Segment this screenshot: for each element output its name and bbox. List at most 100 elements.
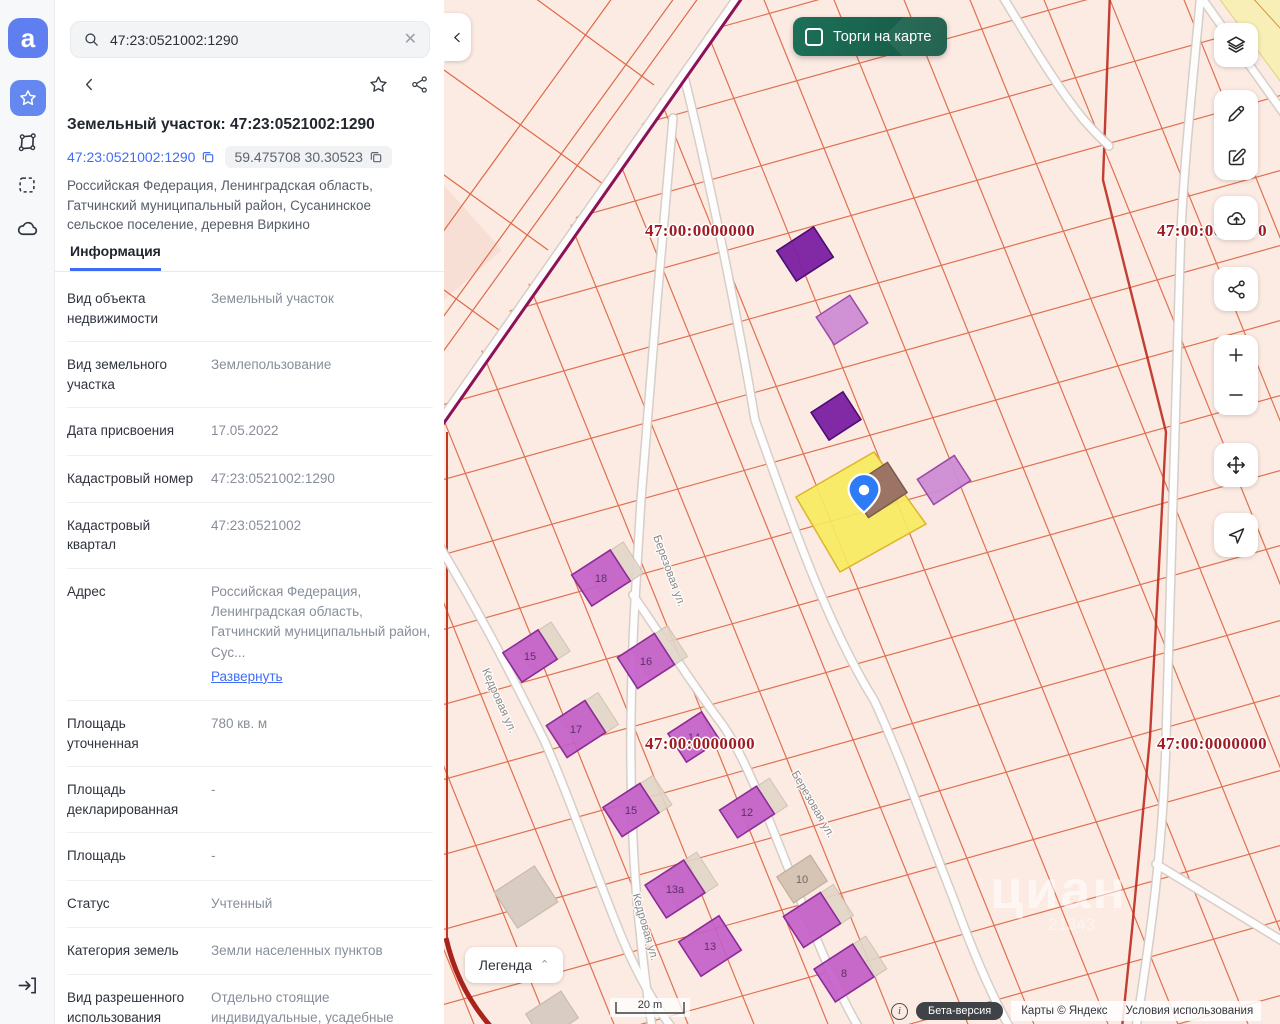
info-row-label: Площадь уточненная	[67, 716, 139, 751]
ruler-button[interactable]	[1214, 91, 1258, 135]
info-row-value: 780 кв. м	[211, 716, 268, 732]
expand-address-link[interactable]: Развернуть	[211, 667, 283, 687]
info-row-value: Российская Федерация, Ленинградская обла…	[211, 582, 433, 687]
info-row: Кадастровый номер 47:23:0521002:1290	[67, 456, 433, 503]
building-number: 12	[741, 807, 753, 819]
terms-link[interactable]: Условия использования	[1126, 1005, 1254, 1017]
info-row: Кадастровый квартал 47:23:0521002	[67, 503, 433, 569]
legend-button[interactable]: Легенда ⌃	[465, 947, 563, 983]
pencil-icon	[1227, 105, 1244, 122]
login-button[interactable]	[14, 972, 40, 998]
pan-mode-button[interactable]	[1214, 443, 1258, 487]
favorites-button[interactable]	[10, 80, 46, 116]
search-icon	[85, 33, 98, 46]
cloud-upload-icon	[1226, 211, 1245, 225]
info-icon[interactable]: i	[891, 1002, 908, 1020]
scale-label: 20 m	[637, 999, 663, 1011]
info-row-value: -	[211, 782, 216, 798]
info-row: Вид земельного участка Землепользование	[67, 342, 433, 409]
chevron-left-icon	[454, 32, 460, 42]
draw-edit-buttons[interactable]	[1214, 90, 1258, 180]
polygon-select-tool[interactable]	[14, 129, 40, 155]
quarter-label: 47:00:0000000	[645, 734, 755, 753]
building-number: 16	[640, 656, 652, 668]
share-object-button[interactable]	[410, 75, 429, 99]
share-map-button[interactable]	[1214, 267, 1258, 311]
info-row-label: Категория земель	[67, 942, 179, 958]
chips-row: 47:23:0521002:1290 59.475708 30.30523	[67, 146, 392, 168]
info-row-value: Землепользование	[211, 357, 332, 373]
copy-icon[interactable]	[201, 150, 215, 164]
info-rows: Вид объекта недвижимости Земельный участо…	[67, 276, 433, 1024]
info-row-label: Площадь декларированная	[67, 782, 179, 817]
cloud-tool[interactable]	[14, 215, 40, 241]
app-logo-icon[interactable]: a	[8, 18, 48, 58]
coordinates-text: 59.475708 30.30523	[234, 149, 363, 165]
building-number: 15	[524, 651, 536, 663]
info-row-label: Статус	[67, 895, 110, 911]
info-row-value: Отдельно стоящие индивидуальные, усадебн…	[211, 990, 394, 1024]
info-row: Вид разрешенного использования Отдельно с…	[67, 975, 433, 1024]
chevron-left-icon	[85, 78, 92, 91]
my-location-button[interactable]	[1214, 513, 1258, 557]
tab-information[interactable]: Информация	[70, 243, 161, 271]
info-row: Категория земель Земли населенных пунктов	[67, 928, 433, 976]
info-row: Площадь уточненная 780 кв. м	[67, 701, 433, 768]
building-number: 8	[841, 968, 847, 980]
layers-icon	[1226, 36, 1246, 53]
info-row-label: Вид земельного участка	[67, 357, 168, 392]
navigate-arrow-icon	[1228, 527, 1244, 544]
cloud-icon	[17, 221, 37, 235]
dashed-square-icon	[19, 177, 35, 193]
favorite-object-button[interactable]	[368, 74, 389, 100]
chevron-up-icon: ⌃	[540, 958, 550, 971]
cadastral-number-chip[interactable]: 47:23:0521002:1290	[67, 149, 215, 165]
edit-square-icon	[1228, 148, 1246, 165]
upload-button[interactable]	[1214, 196, 1258, 240]
map-canvas[interactable]: 18 15 16 17 14 15 12 13а 10 13 8 циан 21343 47:00:…	[444, 0, 1280, 1024]
info-row-value: -	[211, 848, 216, 864]
collapse-panel-button[interactable]	[444, 13, 471, 61]
detail-panel: ✕ Земельный участок: 47:23:0521002:1290 …	[55, 0, 444, 1024]
trades-checkbox[interactable]	[805, 27, 823, 46]
info-row-value: Земли населенных пунктов	[211, 942, 383, 958]
info-row: Площадь декларированная -	[67, 767, 433, 834]
svg-text:21343: 21343	[1048, 915, 1095, 934]
left-rail: a	[0, 0, 55, 1024]
info-row-value: 47:23:0521002	[211, 517, 302, 533]
edit-object-button[interactable]	[1214, 135, 1258, 179]
info-row-label: Кадастровый квартал	[67, 517, 151, 553]
info-row-value: 47:23:0521002:1290	[211, 470, 335, 486]
info-row-label: Вид объекта недвижимости	[67, 291, 159, 326]
cadastral-number-text: 47:23:0521002:1290	[67, 149, 196, 165]
info-row-label: Площадь	[67, 848, 126, 864]
cadastral-map[interactable]: 1815 16171415 1213а10138 циан 21343 47:00:…	[444, 0, 1280, 1024]
yandex-attribution[interactable]: Карты © Яндекс	[1021, 1005, 1107, 1017]
legend-label: Легенда	[478, 957, 533, 973]
search-input[interactable]	[110, 31, 394, 48]
layers-button[interactable]	[1214, 23, 1258, 67]
map-attribution: i Бета-версия Карты © Яндекс Условия исп…	[891, 1001, 1262, 1021]
copy-icon[interactable]	[369, 150, 383, 164]
info-row: Дата присвоения 17.05.2022	[67, 408, 433, 456]
zoom-in-button[interactable]	[1214, 335, 1258, 375]
info-row: Вид объекта недвижимости Земельный участо…	[67, 276, 433, 343]
info-row-label: Адрес	[67, 583, 106, 599]
zoom-controls[interactable]	[1214, 335, 1258, 415]
beta-badge: Бета-версия	[916, 1002, 1004, 1020]
tab-divider	[55, 271, 444, 272]
trades-on-map-button[interactable]: Торги на карте	[793, 17, 948, 56]
plus-icon	[1229, 348, 1243, 362]
info-row-value: Земельный участок	[211, 291, 334, 306]
area-select-tool[interactable]	[14, 172, 40, 198]
app-root: a ✕	[0, 0, 1280, 1024]
quarter-label: 47:00:0000000	[1157, 734, 1267, 753]
coordinates-chip[interactable]: 59.475708 30.30523	[225, 146, 392, 168]
login-icon	[18, 976, 36, 994]
info-row-label: Кадастровый номер	[67, 470, 194, 486]
back-button[interactable]	[81, 76, 98, 98]
zoom-out-button[interactable]	[1214, 375, 1258, 415]
building-number: 15	[625, 805, 637, 817]
clear-search-icon[interactable]: ✕	[404, 31, 417, 48]
search-bar[interactable]: ✕	[70, 21, 430, 58]
